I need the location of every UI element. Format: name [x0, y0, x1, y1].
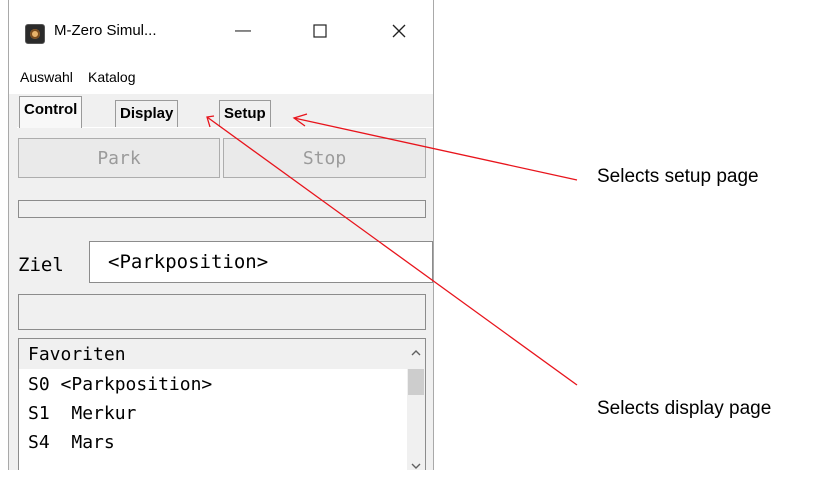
display-arrow-line — [206, 116, 578, 386]
annotation-display: Selects display page — [597, 398, 772, 419]
annotation-setup: Selects setup page — [597, 166, 759, 187]
tab-control[interactable]: Control — [19, 96, 83, 128]
setup-arrow-line — [293, 117, 578, 181]
